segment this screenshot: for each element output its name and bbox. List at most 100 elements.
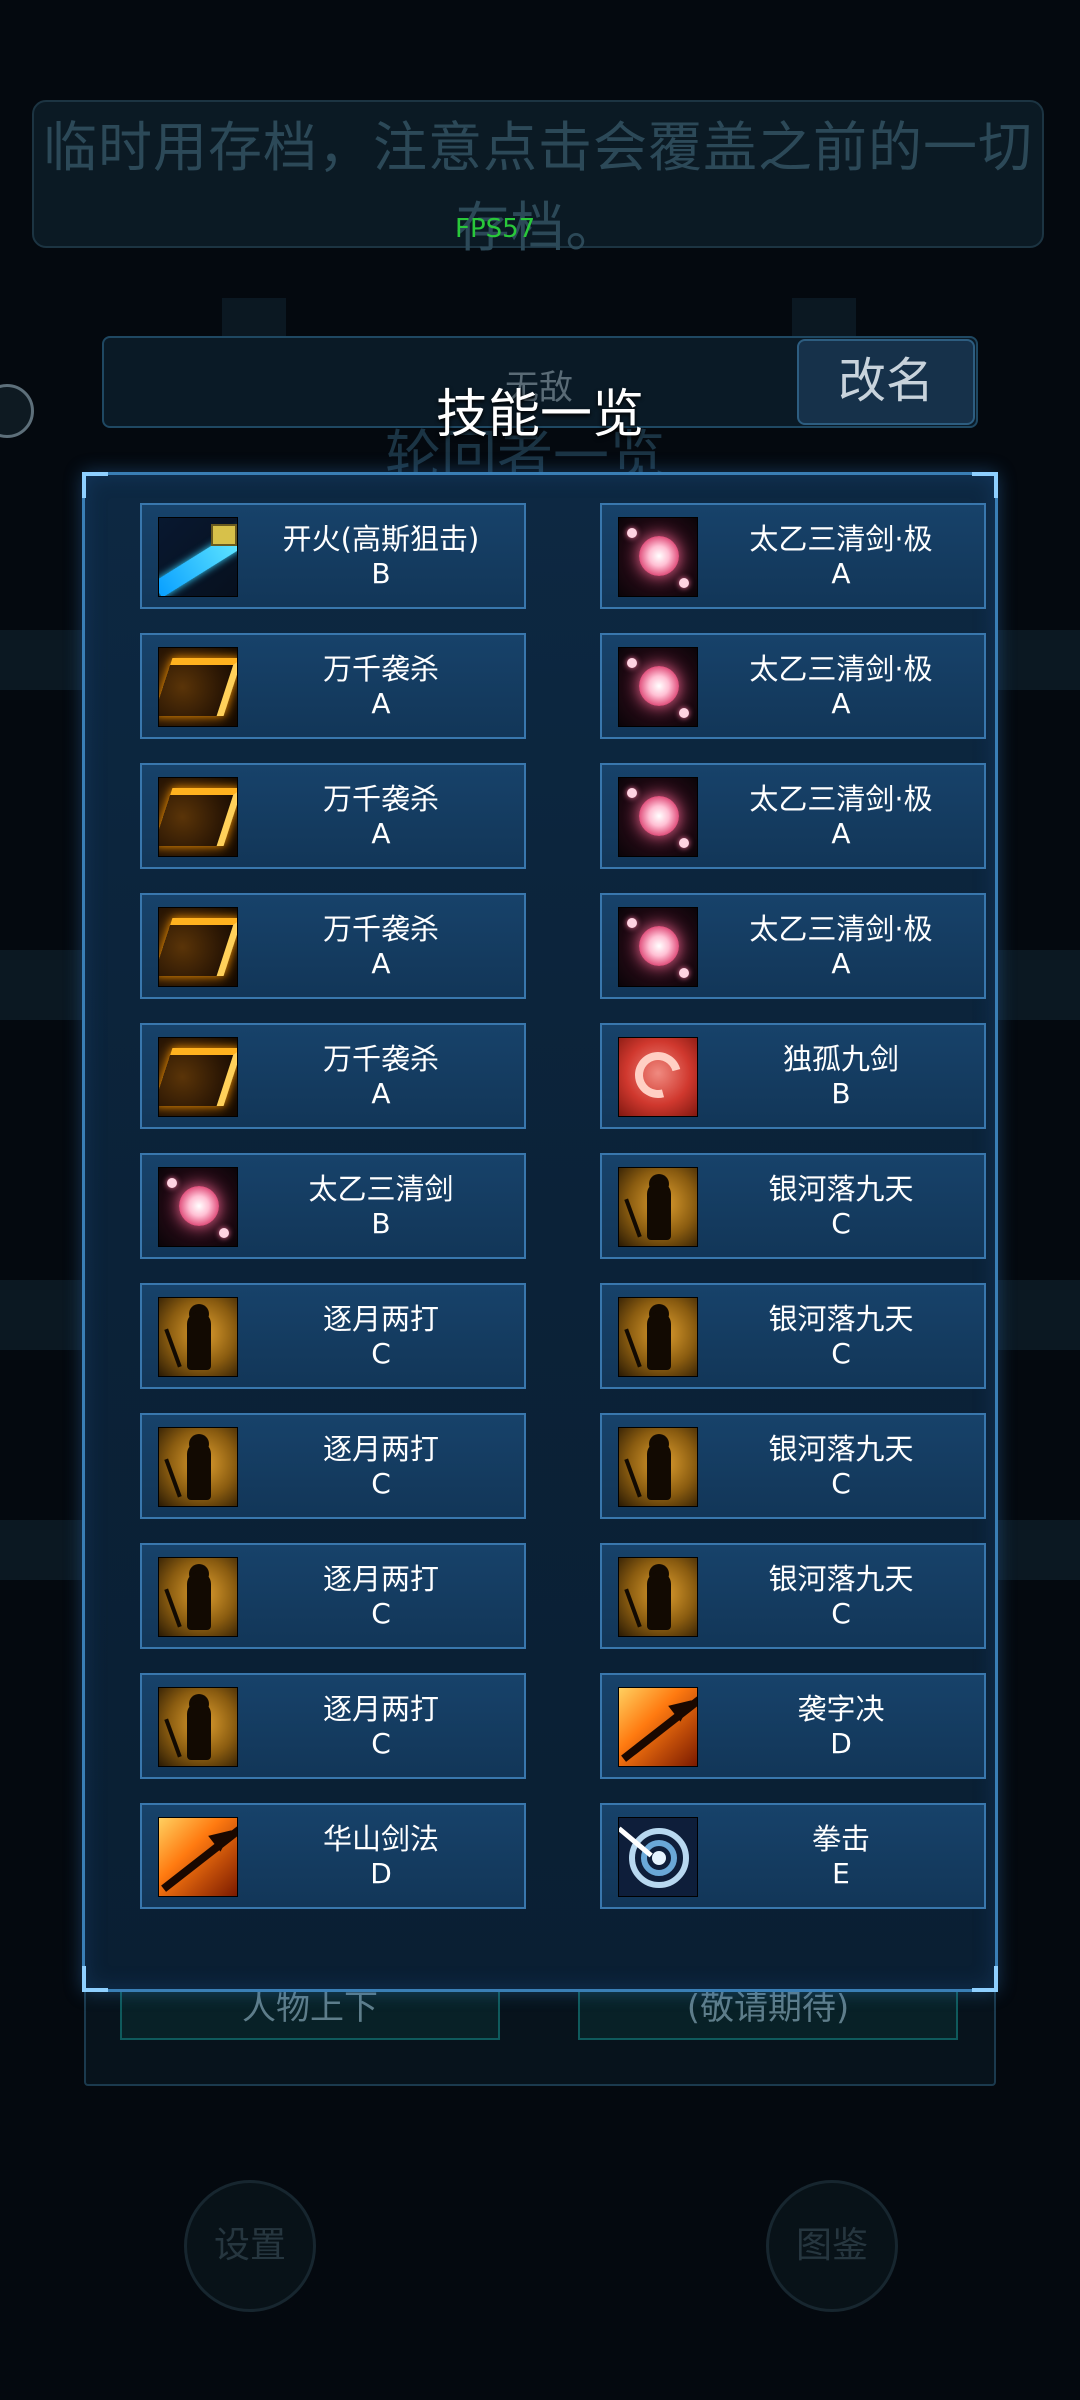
skill-grade: A — [831, 947, 851, 980]
settings-button[interactable]: 设置 — [184, 2180, 316, 2312]
skill-name: 银河落九天 — [768, 1302, 914, 1336]
silhouette-icon — [158, 1687, 238, 1767]
skill-grade: A — [831, 557, 851, 590]
orb-icon — [618, 907, 698, 987]
skill-grid: 开火(高斯狙击) B 太乙三清剑·极 A 万千袭杀 A 太乙三清剑·极 A 万千袭杀 A 太乙三清剑… — [140, 503, 986, 1909]
skill-grade: C — [371, 1597, 391, 1630]
skill-card[interactable]: 太乙三清剑·极 A — [600, 893, 986, 999]
fps-counter: FPS57 — [455, 214, 536, 244]
skill-card[interactable]: 独孤九剑 B — [600, 1023, 986, 1129]
skill-grade: D — [830, 1727, 852, 1760]
bg-decoration — [998, 1520, 1080, 1580]
skill-card[interactable]: 银河落九天 C — [600, 1153, 986, 1259]
skill-name: 万千袭杀 — [322, 782, 439, 816]
skill-grade: E — [832, 1857, 850, 1890]
silhouette-icon — [158, 1557, 238, 1637]
target-icon — [618, 1817, 698, 1897]
bg-decoration — [0, 950, 82, 1020]
orb-icon — [618, 517, 698, 597]
bg-decoration — [0, 1280, 82, 1350]
silhouette-icon — [618, 1167, 698, 1247]
skill-name: 华山剑法 — [322, 1822, 439, 1856]
skill-name: 独孤九剑 — [782, 1042, 899, 1076]
skill-name: 万千袭杀 — [322, 1042, 439, 1076]
skill-name: 逐月两打 — [322, 1692, 439, 1726]
skill-name: 太乙三清剑·极 — [749, 912, 933, 946]
dugu-icon — [618, 1037, 698, 1117]
bg-decoration — [998, 630, 1080, 690]
skill-grade: A — [371, 1077, 391, 1110]
skill-grade: B — [371, 1207, 391, 1240]
skill-grade: B — [831, 1077, 851, 1110]
silhouette-icon — [618, 1297, 698, 1377]
skill-grade: C — [371, 1337, 391, 1370]
silhouette-icon — [618, 1557, 698, 1637]
skill-name: 太乙三清剑·极 — [749, 782, 933, 816]
skill-list-title: 技能一览 — [435, 385, 644, 445]
codex-button[interactable]: 图鉴 — [766, 2180, 898, 2312]
skill-name: 太乙三清剑·极 — [749, 522, 933, 556]
skill-card[interactable]: 万千袭杀 A — [140, 1023, 526, 1129]
skill-card[interactable]: 万千袭杀 A — [140, 893, 526, 999]
slash-icon — [158, 777, 238, 857]
skill-card[interactable]: 逐月两打 C — [140, 1283, 526, 1389]
slash-icon — [158, 907, 238, 987]
skill-name: 开火(高斯狙击) — [282, 522, 480, 556]
skill-grade: C — [371, 1467, 391, 1500]
bg-decoration — [792, 298, 856, 338]
skill-card[interactable]: 拳击 E — [600, 1803, 986, 1909]
skill-card[interactable]: 万千袭杀 A — [140, 633, 526, 739]
skill-card[interactable]: 银河落九天 C — [600, 1543, 986, 1649]
silhouette-icon — [618, 1427, 698, 1507]
skill-name: 万千袭杀 — [322, 652, 439, 686]
skill-card[interactable]: 太乙三清剑 B — [140, 1153, 526, 1259]
skill-card[interactable]: 袭字决 D — [600, 1673, 986, 1779]
skill-card[interactable]: 华山剑法 D — [140, 1803, 526, 1909]
silhouette-icon — [158, 1427, 238, 1507]
silhouette-icon — [158, 1297, 238, 1377]
save-notice-text-line1: 临时用存档，注意点击会覆盖之前的一切 — [43, 116, 1033, 179]
spear-icon — [158, 1817, 238, 1897]
skill-card[interactable]: 银河落九天 C — [600, 1413, 986, 1519]
slash-icon — [158, 647, 238, 727]
skill-grade: C — [831, 1597, 851, 1630]
bg-decoration — [998, 950, 1080, 1020]
save-notice-text-line2: 存档。 — [455, 196, 621, 259]
skill-card[interactable]: 银河落九天 C — [600, 1283, 986, 1389]
skill-grade: C — [371, 1727, 391, 1760]
panel-corner-decoration — [82, 1966, 108, 1992]
skill-card[interactable]: 逐月两打 C — [140, 1673, 526, 1779]
orb-icon — [618, 777, 698, 857]
skill-grade: B — [371, 557, 391, 590]
laser-icon — [158, 517, 238, 597]
skill-name: 太乙三清剑 — [308, 1172, 454, 1206]
skill-grade: D — [370, 1857, 392, 1890]
orb-icon — [618, 647, 698, 727]
skill-card[interactable]: 逐月两打 C — [140, 1413, 526, 1519]
skill-name: 拳击 — [811, 1822, 870, 1856]
panel-corner-decoration — [82, 472, 108, 498]
skill-grade: C — [831, 1467, 851, 1500]
skill-list-panel: 开火(高斯狙击) B 太乙三清剑·极 A 万千袭杀 A 太乙三清剑·极 A 万千袭杀 A 太乙三清剑… — [82, 472, 998, 1992]
skill-name: 银河落九天 — [768, 1432, 914, 1466]
save-notice-banner[interactable]: 临时用存档，注意点击会覆盖之前的一切 存档。 — [32, 100, 1044, 259]
skill-name: 逐月两打 — [322, 1302, 439, 1336]
panel-corner-decoration — [972, 472, 998, 498]
skill-card[interactable]: 太乙三清剑·极 A — [600, 633, 986, 739]
skill-card[interactable]: 开火(高斯狙击) B — [140, 503, 526, 609]
skill-name: 银河落九天 — [768, 1172, 914, 1206]
orb-icon — [158, 1167, 238, 1247]
skill-name: 太乙三清剑·极 — [749, 652, 933, 686]
skill-grade: A — [371, 687, 391, 720]
skill-grade: C — [831, 1337, 851, 1370]
skill-card[interactable]: 太乙三清剑·极 A — [600, 503, 986, 609]
skill-grade: A — [831, 687, 851, 720]
skill-grade: C — [831, 1207, 851, 1240]
skill-card[interactable]: 太乙三清剑·极 A — [600, 763, 986, 869]
bg-decoration — [0, 630, 82, 690]
skill-name: 逐月两打 — [322, 1562, 439, 1596]
skill-name: 万千袭杀 — [322, 912, 439, 946]
skill-card[interactable]: 万千袭杀 A — [140, 763, 526, 869]
spear-icon — [618, 1687, 698, 1767]
skill-card[interactable]: 逐月两打 C — [140, 1543, 526, 1649]
